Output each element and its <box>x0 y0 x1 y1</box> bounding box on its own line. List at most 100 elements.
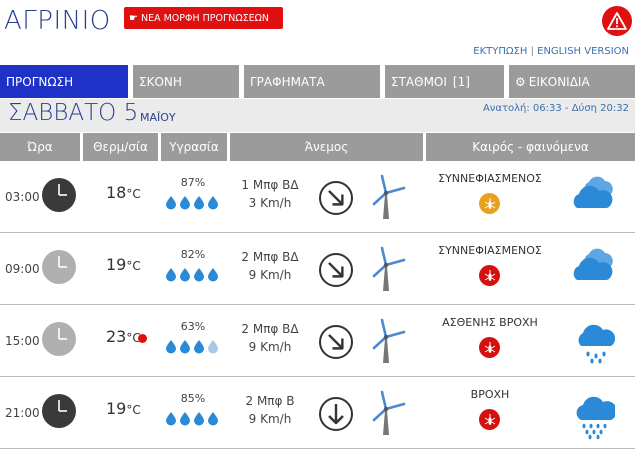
tab-dust-label: ΣΚΟΝΗ <box>139 74 182 89</box>
row-wind: 1 Μπφ ΒΔ 3 Km/h <box>225 176 315 212</box>
drop-icon <box>193 411 205 431</box>
row-time: 03:00 <box>5 190 40 204</box>
link-separator: | <box>527 46 538 57</box>
main-nav: ΠΡΟΓΝΩΣΗ ΣΚΟΝΗ ΓΡΑΦΗΜΑΤΑ ΣΤΑΘΜΟΙ [1] ⚙ ΕΙΚ… <box>0 65 635 98</box>
table-row: 15:00 23°C 63% 2 Μπφ ΒΔ 9 Km/h ΑΣΘΕΝΗΣ ΒΡΟΧΗ <box>0 306 635 377</box>
warning-icon[interactable] <box>602 6 632 36</box>
cloudy-icon <box>571 246 615 290</box>
drop-icon <box>179 195 191 215</box>
row-time: 15:00 <box>5 334 40 348</box>
humidity-drops <box>165 411 219 431</box>
drop-icon <box>165 195 177 215</box>
drop-icon <box>179 339 191 359</box>
tab-icons[interactable]: ⚙ ΕΙΚΟΝΙΔΙΑ <box>509 65 635 98</box>
hand-pointer-icon: ☛ <box>129 12 138 24</box>
row-temperature: 19°C <box>106 399 141 418</box>
temperature-value: 18 <box>106 183 127 202</box>
table-header: Ώρα Θερμ/σία Υγρασία Άνεμος Καιρός - φαι… <box>0 133 635 161</box>
temperature-unit: °C <box>126 259 141 273</box>
wind-speed: 9 Km/h <box>248 340 292 354</box>
gear-icon: ⚙ <box>515 74 526 89</box>
day-name: ΣΑΒΒΑΤΟ 5 <box>8 100 139 126</box>
table-row: 03:00 18°C 87% 1 Μπφ ΒΔ 3 Km/h ΣΥΝΝΕΦΙΑΣΜΕΝΟΣ <box>0 162 635 233</box>
tab-stations[interactable]: ΣΤΑΘΜΟΙ [1] <box>385 65 504 98</box>
clock-icon <box>41 177 77 217</box>
drop-empty-icon <box>207 339 219 359</box>
tab-charts-label: ΓΡΑΦΗΜΑΤΑ <box>250 74 325 89</box>
wind-force: 2 Μπφ ΒΔ <box>241 322 299 336</box>
day-header: ΣΑΒΒΑΤΟ 5 ΜΑΪΟΥ Ανατολή: 06:33 - Δύση 20… <box>0 99 635 132</box>
row-condition: ΑΣΘΕΝΗΣ ΒΡΟΧΗ <box>442 316 538 329</box>
tab-charts[interactable]: ΓΡΑΦΗΜΑΤΑ <box>244 65 380 98</box>
row-wind: 2 Μπφ ΒΔ 9 Km/h <box>225 248 315 284</box>
mosquito-icon[interactable] <box>479 193 500 214</box>
row-humidity: 63% <box>180 320 206 333</box>
drop-icon <box>193 339 205 359</box>
light-rain-icon <box>571 318 616 370</box>
clock-icon <box>41 249 77 289</box>
drop-icon <box>179 411 191 431</box>
temperature-unit: °C <box>126 187 141 201</box>
english-version-link[interactable]: ENGLISH VERSION <box>537 46 629 57</box>
row-condition: ΣΥΝΝΕΦΙΑΣΜΕΝΟΣ <box>438 172 542 185</box>
table-row: 09:00 19°C 82% 2 Μπφ ΒΔ 9 Km/h ΣΥΝΝΕΦΙΑΣΜΕΝΟΣ <box>0 234 635 305</box>
drop-icon <box>207 267 219 287</box>
print-link[interactable]: ΕΚΤΥΠΩΣΗ <box>473 46 527 57</box>
humidity-drops <box>165 267 219 287</box>
drop-icon <box>207 411 219 431</box>
row-humidity: 85% <box>180 392 206 405</box>
cloudy-icon <box>571 174 615 218</box>
table-row: 21:00 19°C 85% 2 Μπφ Β 9 Km/h ΒΡΟΧΗ <box>0 378 635 449</box>
city-title: ΑΓΡΙΝΙΟ <box>4 6 111 36</box>
wind-force: 2 Μπφ ΒΔ <box>241 250 299 264</box>
row-wind: 2 Μπφ Β 9 Km/h <box>225 392 315 428</box>
temperature-unit: °C <box>126 403 141 417</box>
temperature-value: 19 <box>106 399 127 418</box>
header-time: Ώρα <box>0 133 80 161</box>
header-weather: Καιρός - φαινόμενα <box>426 133 635 161</box>
wind-force: 2 Μπφ Β <box>245 394 295 408</box>
header-humidity: Υγρασία <box>161 133 227 161</box>
sunrise-sunset: Ανατολή: 06:33 - Δύση 20:32 <box>482 103 629 114</box>
header-wind: Άνεμος <box>230 133 423 161</box>
wind-direction-icon <box>318 252 354 292</box>
stations-count: [1] <box>452 74 470 89</box>
wind-speed: 3 Km/h <box>248 196 292 210</box>
row-wind: 2 Μπφ ΒΔ 9 Km/h <box>225 320 315 356</box>
drop-icon <box>193 267 205 287</box>
drop-icon <box>165 411 177 431</box>
header-temperature: Θερμ/σία <box>83 133 158 161</box>
mosquito-icon[interactable] <box>479 337 500 358</box>
mosquito-icon[interactable] <box>479 409 500 430</box>
drop-icon <box>165 339 177 359</box>
new-form-button[interactable]: ☛ ΝΕΑ ΜΟΡΦΗ ΠΡΟΓΝΩΣΕΩΝ <box>124 7 283 29</box>
mosquito-icon[interactable] <box>479 265 500 286</box>
temperature-value: 23 <box>106 327 127 346</box>
wind-force: 1 Μπφ ΒΔ <box>241 178 299 192</box>
top-links: ΕΚΤΥΠΩΣΗ | ENGLISH VERSION <box>473 46 629 57</box>
row-condition: ΒΡΟΧΗ <box>470 388 510 401</box>
tab-forecast-label: ΠΡΟΓΝΩΣΗ <box>6 74 74 89</box>
tab-forecast[interactable]: ΠΡΟΓΝΩΣΗ <box>0 65 128 98</box>
tab-stations-label: ΣΤΑΘΜΟΙ <box>391 74 447 89</box>
row-time: 21:00 <box>5 406 40 420</box>
wind-direction-icon <box>318 396 354 436</box>
wind-turbine-icon <box>370 390 406 440</box>
month-name: ΜΑΪΟΥ <box>140 111 176 124</box>
wind-turbine-icon <box>370 246 406 296</box>
wind-turbine-icon <box>370 318 406 368</box>
wind-turbine-icon <box>370 174 406 224</box>
row-temperature: 19°C <box>106 255 141 274</box>
row-humidity: 87% <box>180 176 206 189</box>
wind-direction-icon <box>318 180 354 220</box>
rain-icon <box>571 390 617 444</box>
new-form-button-label: ΝΕΑ ΜΟΡΦΗ ΠΡΟΓΝΩΣΕΩΝ <box>140 12 270 24</box>
humidity-drops <box>165 339 219 359</box>
tab-dust[interactable]: ΣΚΟΝΗ <box>133 65 239 98</box>
row-temperature: 23°C <box>106 327 141 346</box>
wind-direction-icon <box>318 324 354 364</box>
drop-icon <box>179 267 191 287</box>
clock-icon <box>41 321 77 361</box>
temperature-alert-dot <box>138 334 147 343</box>
tab-icons-label: ΕΙΚΟΝΙΔΙΑ <box>528 74 590 89</box>
